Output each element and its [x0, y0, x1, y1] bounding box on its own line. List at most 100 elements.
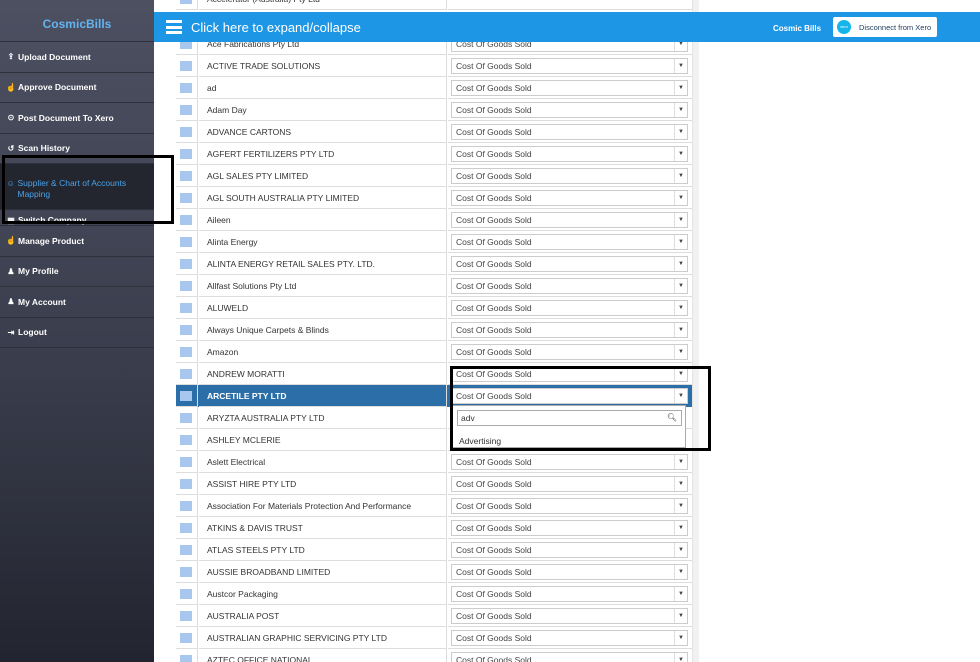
table-row[interactable]: Aileen Cost Of Goods Sold ▼: [176, 209, 692, 231]
row-checkbox[interactable]: [180, 391, 192, 401]
table-row[interactable]: Always Unique Carpets & Blinds Cost Of Go…: [176, 319, 692, 341]
table-row[interactable]: ad Cost Of Goods Sold ▼: [176, 77, 692, 99]
row-checkbox[interactable]: [180, 171, 192, 181]
account-select[interactable]: Cost Of Goods Sold ▼: [451, 322, 688, 338]
row-checkbox[interactable]: [180, 413, 192, 423]
table-row[interactable]: ALUWELD Cost Of Goods Sold ▼: [176, 297, 692, 319]
table-row[interactable]: AUSTRALIA POST Cost Of Goods Sold ▼: [176, 605, 692, 627]
row-checkbox[interactable]: [180, 259, 192, 269]
account-select[interactable]: Cost Of Goods Sold ▼: [451, 234, 688, 250]
row-checkbox[interactable]: [180, 435, 192, 445]
account-select[interactable]: Cost Of Goods Sold ▼: [451, 476, 688, 492]
row-checkbox[interactable]: [180, 105, 192, 115]
row-checkbox[interactable]: [180, 281, 192, 291]
table-row[interactable]: AUSSIE BROADBAND LIMITED Cost Of Goods So…: [176, 561, 692, 583]
row-checkbox[interactable]: [180, 479, 192, 489]
table-row[interactable]: ALINTA ENERGY RETAIL SALES PTY. LTD. Cost…: [176, 253, 692, 275]
sidebar-item-logout[interactable]: ⇥ Logout: [0, 318, 154, 348]
row-checkbox[interactable]: [180, 611, 192, 621]
account-select[interactable]: Cost Of Goods Sold ▼: [451, 124, 688, 140]
row-checkbox[interactable]: [180, 193, 192, 203]
account-select[interactable]: Cost Of Goods Sold ▼: [451, 498, 688, 514]
row-checkbox[interactable]: [180, 149, 192, 159]
account-select[interactable]: Cost Of Goods Sold ▼: [451, 564, 688, 580]
account-select[interactable]: Cost Of Goods Sold ▼: [451, 190, 688, 206]
brand-logo: CosmicBills: [0, 0, 154, 42]
table-row[interactable]: AUSTRALIAN GRAPHIC SERVICING PTY LTD Cost…: [176, 627, 692, 649]
table-row[interactable]: Accelerator (Australia) Pty LtdCost Of G…: [176, 0, 692, 10]
supplier-name: Always Unique Carpets & Blinds: [199, 319, 447, 341]
account-select[interactable]: Cost Of Goods Sold ▼: [451, 586, 688, 602]
account-select[interactable]: Cost Of Goods Sold ▼: [451, 652, 688, 662]
account-select[interactable]: Cost Of Goods Sold ▼: [451, 300, 688, 316]
row-checkbox[interactable]: [180, 567, 192, 577]
table-row[interactable]: Amazon Cost Of Goods Sold ▼: [176, 341, 692, 363]
account-select[interactable]: Cost Of Goods Sold ▼: [451, 520, 688, 536]
row-checkbox[interactable]: [180, 83, 192, 93]
account-select[interactable]: Cost Of Goods Sold ▼: [451, 542, 688, 558]
row-checkbox[interactable]: [180, 457, 192, 467]
row-checkbox[interactable]: [180, 0, 192, 4]
account-cell: Cost Of Goods Sold ▼: [448, 209, 692, 231]
row-checkbox[interactable]: [180, 347, 192, 357]
thumbs-up-icon: ☝: [6, 236, 16, 246]
row-checkbox[interactable]: [180, 237, 192, 247]
table-row[interactable]: Allfast Solutions Pty Ltd Cost Of Goods S…: [176, 275, 692, 297]
supplier-name: ALINTA ENERGY RETAIL SALES PTY. LTD.: [199, 253, 447, 275]
account-select[interactable]: Cost Of Goods Sold ▼: [451, 168, 688, 184]
row-checkbox[interactable]: [180, 61, 192, 71]
account-select[interactable]: Cost Of Goods Sold ▼: [451, 256, 688, 272]
supplier-name: AGFERT FERTILIZERS PTY LTD: [199, 143, 447, 165]
row-checkbox[interactable]: [180, 369, 192, 379]
row-checkbox[interactable]: [180, 545, 192, 555]
row-checkbox[interactable]: [180, 655, 192, 662]
account-select[interactable]: Cost Of Goods Sold ▼: [451, 102, 688, 118]
row-checkbox[interactable]: [180, 127, 192, 137]
disconnect-xero-button[interactable]: xero Disconnect from Xero: [833, 17, 937, 37]
account-select[interactable]: Cost Of Goods Sold ▼: [451, 344, 688, 360]
row-checkbox[interactable]: [180, 325, 192, 335]
sidebar-item-my-account[interactable]: ♟ My Account: [0, 287, 154, 318]
table-row[interactable]: AGFERT FERTILIZERS PTY LTD Cost Of Goods …: [176, 143, 692, 165]
table-row[interactable]: AZTEC OFFICE NATIONAL Cost Of Goods Sold ▼: [176, 649, 692, 662]
sidebar-item-post-document-to-xero[interactable]: ⊙ Post Document To Xero: [0, 103, 154, 134]
sidebar-item-approve-document[interactable]: ☝ Approve Document: [0, 73, 154, 103]
chevron-down-icon: ▼: [674, 323, 687, 337]
table-row[interactable]: AGL SOUTH AUSTRALIA PTY LIMITED Cost Of G…: [176, 187, 692, 209]
chevron-down-icon: ▼: [674, 257, 687, 271]
table-row[interactable]: Association For Materials Protection And…: [176, 495, 692, 517]
account-select[interactable]: Cost Of Goods Sold ▼: [451, 58, 688, 74]
table-row[interactable]: ADVANCE CARTONS Cost Of Goods Sold ▼: [176, 121, 692, 143]
account-select[interactable]: Cost Of Goods Sold ▼: [451, 212, 688, 228]
account-select[interactable]: Cost Of Goods Sold ▼: [451, 454, 688, 470]
table-row[interactable]: Alinta Energy Cost Of Goods Sold ▼: [176, 231, 692, 253]
sidebar-item-manage-product[interactable]: ☝ Manage Product: [0, 226, 154, 257]
table-row[interactable]: ATLAS STEELS PTY LTD Cost Of Goods Sold ▼: [176, 539, 692, 561]
chevron-down-icon: ▼: [674, 521, 687, 535]
table-row[interactable]: ACTIVE TRADE SOLUTIONS Cost Of Goods Sold…: [176, 55, 692, 77]
sidebar-item-my-profile[interactable]: ♟ My Profile: [0, 257, 154, 287]
table-row[interactable]: Adam Day Cost Of Goods Sold ▼: [176, 99, 692, 121]
table-row[interactable]: ATKINS & DAVIS TRUST Cost Of Goods Sold ▼: [176, 517, 692, 539]
account-select[interactable]: Cost Of Goods Sold ▼: [451, 146, 688, 162]
table-row[interactable]: AGL SALES PTY LIMITED Cost Of Goods Sold ▼: [176, 165, 692, 187]
table-row[interactable]: ASSIST HIRE PTY LTD Cost Of Goods Sold ▼: [176, 473, 692, 495]
table-row[interactable]: Aslett Electrical Cost Of Goods Sold ▼: [176, 451, 692, 473]
account-cell: Cost Of Goods Sold ▼: [448, 451, 692, 473]
row-checkbox[interactable]: [180, 501, 192, 511]
row-checkbox-cell: [176, 77, 198, 99]
row-checkbox[interactable]: [180, 589, 192, 599]
row-checkbox[interactable]: [180, 215, 192, 225]
account-select[interactable]: Cost Of Goods Sold ▼: [451, 278, 688, 294]
account-select[interactable]: Cost Of Goods Sold ▼: [451, 630, 688, 646]
row-checkbox[interactable]: [180, 633, 192, 643]
row-checkbox[interactable]: [180, 303, 192, 313]
hamburger-menu-icon[interactable]: [166, 20, 182, 34]
expand-collapse-link[interactable]: Click here to expand/collapse: [191, 20, 361, 35]
account-select[interactable]: Cost Of Goods Sold ▼: [451, 608, 688, 624]
sidebar-item-upload-document[interactable]: ⇪ Upload Document: [0, 42, 154, 73]
row-checkbox[interactable]: [180, 523, 192, 533]
account-select[interactable]: Cost Of Goods Sold ▼: [451, 80, 688, 96]
account-select-value: Cost Of Goods Sold: [456, 193, 532, 203]
table-row[interactable]: Austcor Packaging Cost Of Goods Sold ▼: [176, 583, 692, 605]
